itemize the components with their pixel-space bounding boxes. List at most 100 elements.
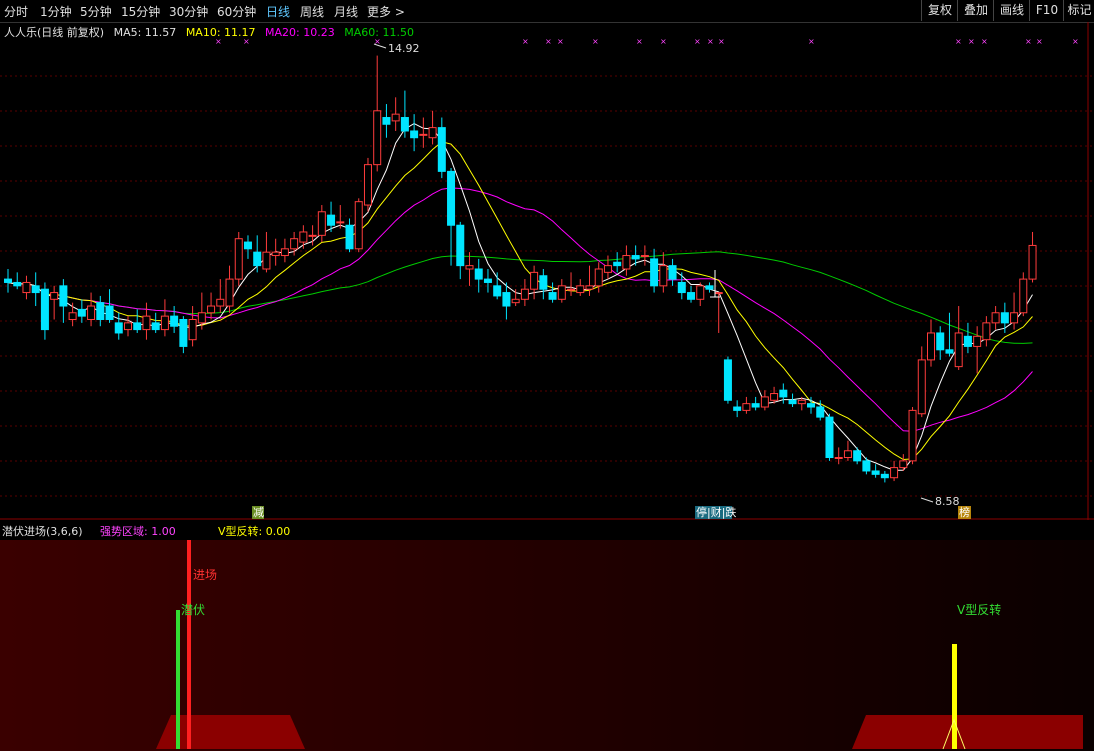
signal-x-marker: ×	[981, 37, 988, 46]
candle-body	[77, 308, 86, 317]
signal-x-marker: ×	[557, 37, 564, 46]
v-reverse-value: V型反转: 0.00	[218, 525, 291, 538]
candle-body	[336, 221, 345, 224]
candle-body	[31, 285, 40, 294]
candle-body	[927, 332, 935, 361]
candle-body	[96, 302, 105, 320]
signal-x-marker: ×	[522, 37, 529, 46]
candle-body	[382, 117, 391, 125]
candle-body	[400, 117, 409, 132]
candle-body	[917, 359, 926, 415]
candle-body	[280, 248, 289, 257]
lurk-signal-bar	[176, 610, 180, 749]
candle-body	[640, 255, 649, 258]
candle-body	[410, 130, 419, 139]
chart-legend: 人人乐(日线 前复权) MA5: 11.57 MA10: 11.17 MA20:…	[4, 24, 420, 40]
candle-body	[945, 349, 954, 354]
candle-body	[548, 292, 557, 300]
candle-body	[354, 201, 363, 250]
candle-body	[1028, 244, 1037, 280]
candle-body	[456, 224, 465, 267]
candle-body	[797, 399, 806, 405]
candle-body	[557, 285, 566, 300]
ma10-legend: MA10: 11.17	[185, 26, 256, 39]
tab-30min[interactable]: 30分钟	[169, 3, 208, 20]
tab-60min[interactable]: 60分钟	[217, 3, 256, 20]
candle-body	[603, 265, 612, 273]
candle-body	[225, 278, 234, 307]
candle-body	[530, 271, 539, 290]
low-price-label: 8.58	[935, 495, 960, 508]
strong-zone-area-2	[852, 715, 1083, 749]
tab-more[interactable]: 更多 >	[367, 3, 405, 20]
candle-body	[114, 322, 123, 334]
candle-body	[862, 460, 871, 472]
candle-body	[1000, 312, 1009, 324]
candle-body	[1010, 312, 1019, 324]
candle-body	[40, 288, 49, 331]
v-reverse-label: V型反转	[957, 602, 1001, 617]
tab-5min[interactable]: 5分钟	[80, 3, 112, 20]
indicator-panel[interactable]: 进场 潜伏 V型反转	[0, 540, 1094, 751]
candle-body	[160, 315, 169, 331]
candle-body	[853, 450, 862, 462]
candle-body	[677, 281, 686, 294]
candle-body	[539, 275, 548, 290]
candle-body	[659, 265, 668, 287]
overlay-button[interactable]: 叠加	[957, 0, 994, 21]
candle-body	[520, 288, 529, 300]
candlestick-series	[4, 55, 1037, 483]
candle-body	[585, 285, 594, 290]
ma10-path	[7, 141, 1033, 461]
lurk-label: 潜伏	[181, 603, 205, 617]
mark-button[interactable]: 标记	[1063, 0, 1094, 21]
indicator-name[interactable]: 潜伏进场(3,6,6)	[2, 523, 83, 539]
candle-body	[991, 312, 1000, 324]
candle-body	[363, 164, 372, 206]
candle-body	[493, 285, 502, 297]
tab-fenshi[interactable]: 分时	[4, 3, 28, 20]
candle-body	[825, 416, 834, 459]
restore-rights-button[interactable]: 复权	[921, 0, 958, 21]
candle-body	[253, 251, 262, 267]
candle-body	[890, 467, 899, 479]
candle-body	[687, 292, 696, 300]
candle-body	[308, 234, 317, 237]
tab-daily[interactable]: 日线	[266, 3, 290, 20]
stock-name: 人人乐(日线 前复权)	[4, 26, 105, 39]
ma10-line	[7, 141, 1033, 461]
candle-body	[751, 403, 760, 408]
candle-body	[290, 238, 299, 250]
candle-body	[133, 322, 142, 331]
candle-body	[807, 403, 816, 408]
candle-body	[373, 110, 382, 166]
candle-body	[788, 399, 797, 405]
candle-body	[87, 305, 96, 320]
f10-button[interactable]: F10	[1029, 0, 1064, 21]
tab-1min[interactable]: 1分钟	[40, 3, 72, 20]
candle-body	[243, 241, 252, 250]
candle-body	[705, 285, 714, 290]
candle-body	[50, 292, 59, 300]
candle-body	[760, 396, 769, 408]
candle-body	[843, 450, 852, 459]
tab-15min[interactable]: 15分钟	[121, 3, 160, 20]
candle-body	[502, 292, 511, 307]
signal-x-marker: ×	[592, 37, 599, 46]
candle-body	[151, 322, 160, 331]
tab-monthly[interactable]: 月线	[334, 3, 358, 20]
candle-body	[105, 305, 114, 320]
period-toolbar: 分时 1分钟 5分钟 15分钟 30分钟 60分钟 日线 周线 月线 更多 > …	[0, 0, 1094, 23]
candle-body	[216, 298, 225, 307]
candle-body	[567, 288, 576, 291]
price-chart[interactable]: × × × × × × × × × × × × × × × × × × × 14.92 8.58 减 停|财|跌 榜	[0, 22, 1094, 520]
candle-body	[770, 393, 779, 401]
draw-line-button[interactable]: 画线	[993, 0, 1030, 21]
candle-body	[576, 285, 585, 294]
candle-body	[779, 389, 788, 398]
candle-body	[59, 285, 68, 307]
candle-body	[13, 281, 22, 287]
tab-weekly[interactable]: 周线	[300, 3, 324, 20]
entry-label: 进场	[193, 568, 217, 582]
candle-body	[317, 211, 326, 236]
